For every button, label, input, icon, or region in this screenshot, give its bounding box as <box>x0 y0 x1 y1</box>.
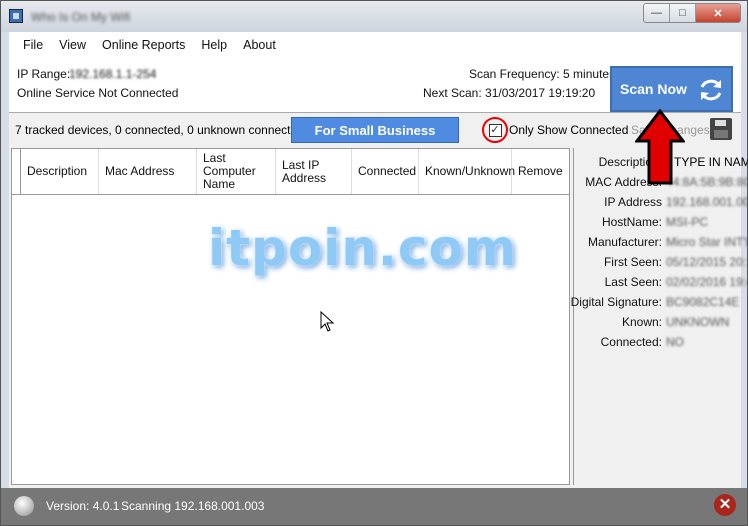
window-controls: — □ ✕ <box>643 3 741 23</box>
column-known-unknown[interactable]: Known/Unknown <box>419 149 515 194</box>
only-show-connected-checkbox[interactable]: ✓ <box>488 123 502 137</box>
maximize-button[interactable]: □ <box>670 4 696 22</box>
close-button[interactable]: ✕ <box>696 4 740 22</box>
detail-label-first-seen: First Seen: <box>603 255 662 269</box>
detail-label-known: Known: <box>621 315 662 329</box>
ip-range-label: IP Range: <box>17 67 71 81</box>
detail-value-ip: 192.168.001.003 <box>666 195 748 209</box>
app-window: Who Is On My Wifi — □ ✕ File View Online… <box>0 0 748 526</box>
minimize-button[interactable]: — <box>644 4 670 22</box>
detail-label-digital-signature: Digital Signature: <box>570 295 662 309</box>
mouse-cursor-icon <box>320 311 335 332</box>
detail-label-ip: IP Address <box>604 195 662 209</box>
detail-value-hostname: MSI-PC <box>666 215 708 229</box>
column-mac-address[interactable]: Mac Address <box>99 149 197 194</box>
detail-row-connected: Connected: NO <box>574 335 742 355</box>
menu-bar: File View Online Reports Help About <box>9 32 741 57</box>
device-details-panel: Description: TYPE IN NAME MAC Address: 4… <box>570 148 748 485</box>
column-description[interactable]: Description <box>21 149 99 194</box>
row-header-cell <box>12 149 21 194</box>
status-bar: Version: 4.0.1 Scanning 192.168.001.003 … <box>1 488 747 525</box>
status-indicator-icon <box>14 496 34 516</box>
detail-row-manufacturer: Manufacturer: Micro Star INT'L <box>574 235 748 255</box>
next-scan: Next Scan: 31/03/2017 19:19:20 <box>423 86 596 100</box>
grid-header: Description Mac Address Last Computer Na… <box>12 149 569 195</box>
version-text: Version: 4.0.1 <box>46 499 120 513</box>
column-last-ip-address[interactable]: Last IP Address <box>276 149 352 194</box>
detail-row-hostname: HostName: MSI-PC <box>574 215 742 235</box>
toolbar: 7 tracked devices, 0 connected, 0 unknow… <box>9 113 741 148</box>
detail-label-hostname: HostName: <box>601 215 662 229</box>
for-small-business-button[interactable]: For Small Business <box>291 117 459 143</box>
annotation-arrow-icon <box>635 109 685 185</box>
detail-value-first-seen: 05/12/2015 20:10 <box>666 255 748 269</box>
ip-range-value: 192.168.1.1-254 <box>69 67 157 81</box>
menu-view[interactable]: View <box>51 38 94 52</box>
detail-label-manufacturer: Manufacturer: <box>587 235 662 249</box>
menu-online-reports[interactable]: Online Reports <box>94 38 193 52</box>
highlight-circle: ✓ <box>482 117 508 143</box>
detail-value-description[interactable]: TYPE IN NAME <box>674 155 748 169</box>
detail-value-known: UNKNOWN <box>666 315 730 329</box>
column-connected[interactable]: Connected <box>352 149 419 194</box>
detail-row-ip: IP Address 192.168.001.003 <box>574 195 748 215</box>
detail-label-last-seen: Last Seen: <box>604 275 662 289</box>
detail-value-connected: NO <box>666 335 684 349</box>
menu-about[interactable]: About <box>235 38 284 52</box>
watermark: itpoin.com <box>208 219 517 277</box>
only-show-connected-label[interactable]: Only Show Connected <box>509 123 628 137</box>
scan-now-button[interactable]: Scan Now <box>610 66 733 112</box>
window-title: Who Is On My Wifi <box>31 10 131 24</box>
scanning-text: Scanning 192.168.001.003 <box>121 499 265 513</box>
detail-row-first-seen: First Seen: 05/12/2015 20:10 <box>574 255 748 275</box>
detail-row-known: Known: UNKNOWN <box>574 315 742 335</box>
detail-value-digital-signature: BC9082C14E <box>666 295 740 309</box>
app-icon <box>9 9 23 23</box>
title-bar[interactable]: Who Is On My Wifi — □ ✕ <box>1 1 747 32</box>
column-remove[interactable]: Remove <box>512 149 569 194</box>
detail-value-manufacturer: Micro Star INT'L <box>666 235 748 249</box>
menu-file[interactable]: File <box>15 38 51 52</box>
client-area: File View Online Reports Help About IP R… <box>9 32 748 488</box>
menu-help[interactable]: Help <box>193 38 235 52</box>
detail-row-digital-signature: Digital Signature: BC9082C14E <box>570 295 742 315</box>
refresh-icon <box>700 79 722 101</box>
devices-grid[interactable]: Description Mac Address Last Computer Na… <box>11 148 570 485</box>
online-service-status: Online Service Not Connected <box>17 86 179 100</box>
detail-row-last-seen: Last Seen: 02/02/2016 19:40 <box>574 275 748 295</box>
tracked-devices-status: 7 tracked devices, 0 connected, 0 unknow… <box>15 123 304 137</box>
exit-icon[interactable]: ✕ <box>714 494 736 516</box>
column-last-computer-name[interactable]: Last Computer Name <box>197 149 276 194</box>
floppy-disk-icon[interactable] <box>710 118 732 140</box>
scan-now-label: Scan Now <box>620 81 687 97</box>
detail-value-last-seen: 02/02/2016 19:40 <box>666 275 748 289</box>
detail-label-connected: Connected: <box>600 335 662 349</box>
scan-frequency: Scan Frequency: 5 minutes <box>469 67 616 81</box>
